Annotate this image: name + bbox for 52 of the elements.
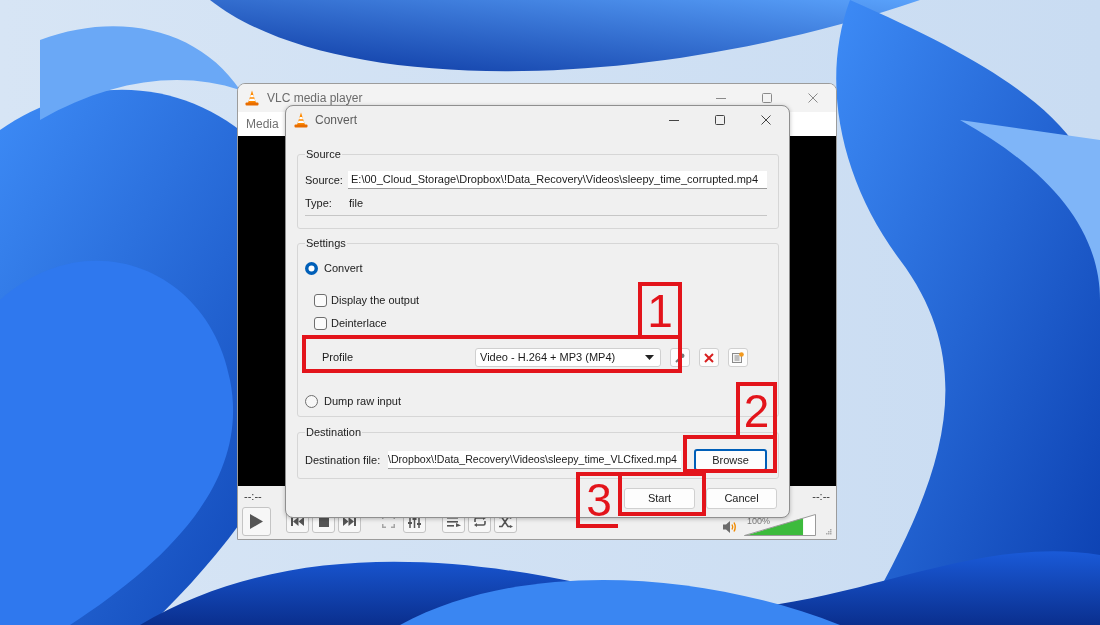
maximize-icon	[715, 115, 725, 125]
type-label: Type:	[305, 195, 333, 211]
remaining-time: --:--	[812, 488, 830, 504]
cancel-button[interactable]: Cancel	[706, 488, 777, 509]
destination-label: Destination file:	[305, 452, 382, 468]
skip-forward-icon	[343, 517, 356, 526]
playlist-icon	[446, 516, 461, 527]
group-title: Destination	[305, 425, 363, 439]
cross-icon	[704, 352, 714, 363]
checkbox-option[interactable]: Deinterlace	[314, 315, 387, 331]
start-button[interactable]: Start	[624, 488, 695, 509]
radio-option[interactable]: Dump raw input	[305, 393, 402, 409]
source-label: Source:	[305, 172, 344, 188]
delete-profile-button[interactable]	[699, 348, 719, 367]
caret-icon	[645, 355, 654, 360]
play-button[interactable]	[242, 507, 271, 536]
step-number: 2	[736, 382, 777, 435]
speaker-icon	[722, 520, 738, 534]
window-title: VLC media player	[267, 90, 363, 107]
sliders-icon	[408, 515, 421, 528]
source-field[interactable]: E:\00_Cloud_Storage\Dropbox\!Data_Recovery\Videos\sleepy_time_corrupted.mp4	[348, 171, 767, 189]
destination-field[interactable]: \Dropbox\!Data_Recovery\Videos\sleepy_time_VLCfixed.mp4	[388, 451, 681, 469]
profile-label: Profile	[322, 350, 355, 366]
minimize-icon	[669, 119, 679, 121]
list-icon	[732, 352, 744, 363]
minimize-icon	[716, 97, 726, 99]
stop-icon	[318, 516, 329, 527]
skip-back-icon	[291, 517, 304, 526]
traffic-cone-icon	[245, 90, 259, 106]
radio-option[interactable]: Convert	[305, 260, 363, 276]
loop-icon	[472, 516, 487, 527]
group-title: Source	[305, 147, 342, 161]
step-number: 3	[576, 472, 618, 528]
menu-item[interactable]: Media	[246, 115, 279, 133]
resize-grip-icon	[826, 529, 832, 535]
group-title: Settings	[305, 236, 347, 250]
play-icon	[250, 514, 263, 529]
type-value: file	[349, 195, 364, 211]
close-icon	[761, 115, 771, 125]
checkbox-option[interactable]: Display the output	[314, 292, 420, 308]
traffic-cone-icon	[294, 112, 308, 128]
volume-reading: 100%	[747, 517, 771, 526]
dialog-title: Convert	[315, 112, 358, 129]
maximize-icon	[762, 93, 772, 103]
close-icon	[808, 93, 818, 103]
elapsed-time: --:--	[244, 488, 262, 504]
new-profile-button[interactable]	[728, 348, 748, 367]
wrench-icon	[675, 352, 685, 363]
browse-button[interactable]: Browse	[694, 449, 767, 471]
mute-button[interactable]	[722, 519, 738, 535]
profile-dropdown[interactable]: Video - H.264 + MP3 (MP4)	[475, 348, 661, 367]
step-number: 1	[638, 282, 682, 335]
